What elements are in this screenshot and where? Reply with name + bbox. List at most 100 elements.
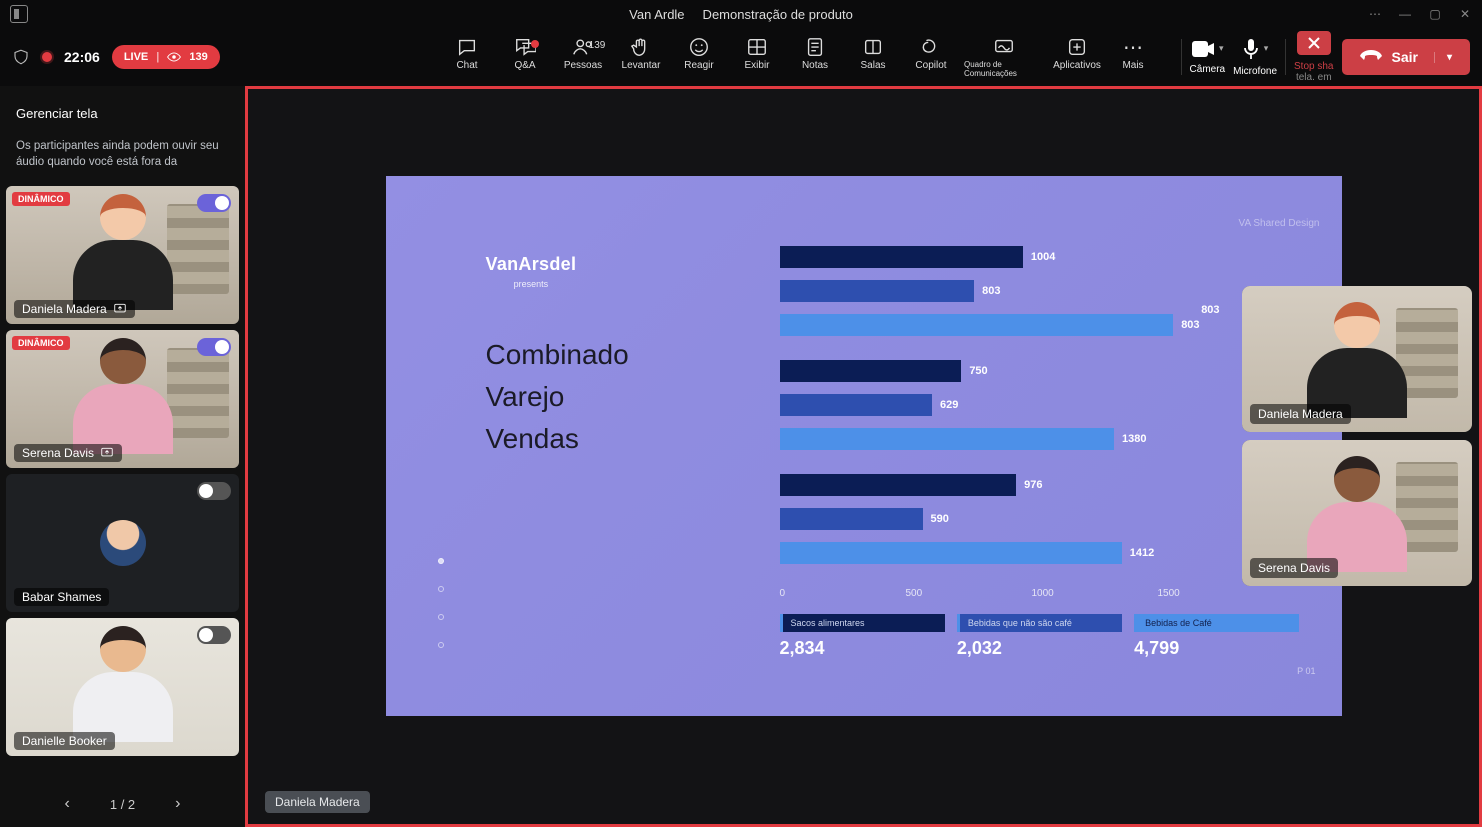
whiteboard-button[interactable]: Quadro de Comunicações <box>964 34 1044 80</box>
raise-label: Levantar <box>622 60 661 71</box>
plus-box-icon <box>1066 36 1088 58</box>
rooms-label: Salas <box>860 60 885 71</box>
maximize-icon[interactable]: ▢ <box>1428 7 1442 21</box>
brand-subtitle: presents <box>486 279 577 289</box>
copilot-label: Copilot <box>915 60 946 71</box>
live-count: 139 <box>189 51 207 63</box>
camera-icon <box>1191 40 1215 58</box>
watermark: VA Shared Design <box>1239 218 1320 229</box>
participant-name: Danielle Booker <box>14 732 115 750</box>
presenter-badge: Daniela Madera <box>265 791 370 813</box>
view-label: Exibir <box>744 60 769 71</box>
dynamic-badge: DINÂMICO <box>12 192 70 206</box>
spotlight-toggle[interactable] <box>197 626 231 644</box>
next-page-button[interactable]: › <box>175 795 180 813</box>
notification-dot-icon <box>531 40 539 48</box>
react-label: Reagir <box>684 60 713 71</box>
mic-label: Microfone <box>1233 66 1277 77</box>
spotlight-name: Serena Davis <box>1250 558 1338 578</box>
manage-screen-sidebar: Gerenciar tela Os participantes ainda po… <box>0 86 245 827</box>
more-button[interactable]: ⋯ Mais <box>1110 34 1156 73</box>
page-indicator: 1 / 2 <box>110 797 135 812</box>
mic-icon <box>1242 38 1260 60</box>
notes-icon <box>804 36 826 58</box>
smile-icon <box>688 36 710 58</box>
view-button[interactable]: Exibir <box>732 34 782 73</box>
stop-share-tile <box>1297 31 1331 55</box>
slide-nav-dots <box>438 558 444 648</box>
notes-button[interactable]: Notas <box>790 34 840 73</box>
avatar <box>100 520 146 566</box>
eye-icon <box>167 52 181 62</box>
x-icon <box>1308 37 1320 49</box>
chevron-down-icon[interactable]: ▾ <box>1264 43 1269 54</box>
participant-pager: ‹ 1 / 2 › <box>6 781 239 827</box>
camera-label: Câmera <box>1190 64 1226 75</box>
window-titlebar: Van Ardle Demonstração de produto ⋯ — ▢ … <box>0 0 1482 28</box>
raise-hand-button[interactable]: Levantar <box>616 34 666 73</box>
notes-label: Notas <box>802 60 828 71</box>
react-button[interactable]: Reagir <box>674 34 724 73</box>
leave-button[interactable]: Sair ▾ <box>1342 39 1471 75</box>
stop-share-label-2: tela. em <box>1296 72 1332 83</box>
rooms-button[interactable]: Salas <box>848 34 898 73</box>
spotlight-toggle[interactable] <box>197 338 231 356</box>
spotlight-panel: Daniela Madera Serena Davis <box>1242 286 1472 586</box>
grid-icon <box>746 36 768 58</box>
separator <box>1181 39 1182 75</box>
people-count: 139 <box>589 40 606 51</box>
share-screen-icon <box>100 446 114 460</box>
leave-label: Sair <box>1392 49 1418 65</box>
spotlight-tile[interactable]: Serena Davis <box>1242 440 1472 586</box>
dynamic-badge: DINÂMICO <box>12 336 70 350</box>
spotlight-tile[interactable]: Daniela Madera <box>1242 286 1472 432</box>
chat-label: Chat <box>456 60 477 71</box>
chevron-down-icon[interactable]: ▾ <box>1219 43 1224 54</box>
participant-tile[interactable]: Babar Shames <box>6 474 239 612</box>
more-icon[interactable]: ⋯ <box>1368 7 1382 21</box>
close-icon[interactable]: ✕ <box>1458 7 1472 21</box>
camera-button[interactable]: ▾ Câmera <box>1190 40 1226 75</box>
slide-page-number: P 01 <box>1297 666 1315 676</box>
spotlight-toggle[interactable] <box>197 482 231 500</box>
ellipsis-icon: ⋯ <box>1122 36 1144 58</box>
mic-button[interactable]: ▾ Microfone <box>1233 38 1277 77</box>
participant-tile[interactable]: Danielle Booker <box>6 618 239 756</box>
chevron-down-icon[interactable]: ▾ <box>1434 52 1452 63</box>
stop-share-label-1: Stop sha <box>1294 61 1333 72</box>
minimize-icon[interactable]: — <box>1398 7 1412 21</box>
hangup-icon <box>1360 50 1382 64</box>
hand-icon <box>630 36 652 58</box>
brand-logo: VanArsdel <box>486 254 577 275</box>
share-screen-icon <box>113 302 127 316</box>
org-name: Van Ardle <box>629 7 684 22</box>
participant-tile[interactable]: DINÂMICO Daniela Madera <box>6 186 239 324</box>
meeting-title: Demonstração de produto <box>703 7 853 22</box>
stop-sharing-button[interactable]: Stop sha tela. em <box>1294 31 1333 83</box>
brand-block: VanArsdel presents <box>486 254 577 289</box>
people-label: Pessoas <box>564 60 602 71</box>
bar-chart: 1004803803750629138097659014128030500100… <box>780 246 1300 659</box>
meeting-timer: 22:06 <box>64 49 100 65</box>
prev-page-button[interactable]: ‹ <box>65 795 70 813</box>
sidebar-title: Gerenciar tela <box>6 92 239 125</box>
whiteboard-icon <box>993 36 1015 58</box>
participant-name: Daniela Madera <box>14 300 135 318</box>
live-badge[interactable]: LIVE | 139 <box>112 45 220 69</box>
meeting-toolbar: 22:06 LIVE | 139 Chat Q&A 139 Pessoas Le… <box>0 28 1482 86</box>
spotlight-toggle[interactable] <box>197 194 231 212</box>
apps-button[interactable]: Aplicativos <box>1052 34 1102 73</box>
sidebar-subtitle: Os participantes ainda podem ouvir seu á… <box>6 131 239 180</box>
copilot-icon <box>920 36 942 58</box>
apps-label: Aplicativos <box>1053 60 1101 71</box>
rooms-icon <box>862 36 884 58</box>
spotlight-name: Daniela Madera <box>1250 404 1351 424</box>
chat-button[interactable]: Chat <box>442 34 492 73</box>
shared-content-area: VA Shared Design VanArsdel presents Comb… <box>245 86 1482 827</box>
people-button[interactable]: 139 Pessoas <box>558 34 608 73</box>
app-icon <box>10 5 28 23</box>
slide-headline: Combinado Varejo Vendas <box>486 334 629 460</box>
participant-tile[interactable]: DINÂMICO Serena Davis <box>6 330 239 468</box>
qa-button[interactable]: Q&A <box>500 34 550 73</box>
copilot-button[interactable]: Copilot <box>906 34 956 73</box>
